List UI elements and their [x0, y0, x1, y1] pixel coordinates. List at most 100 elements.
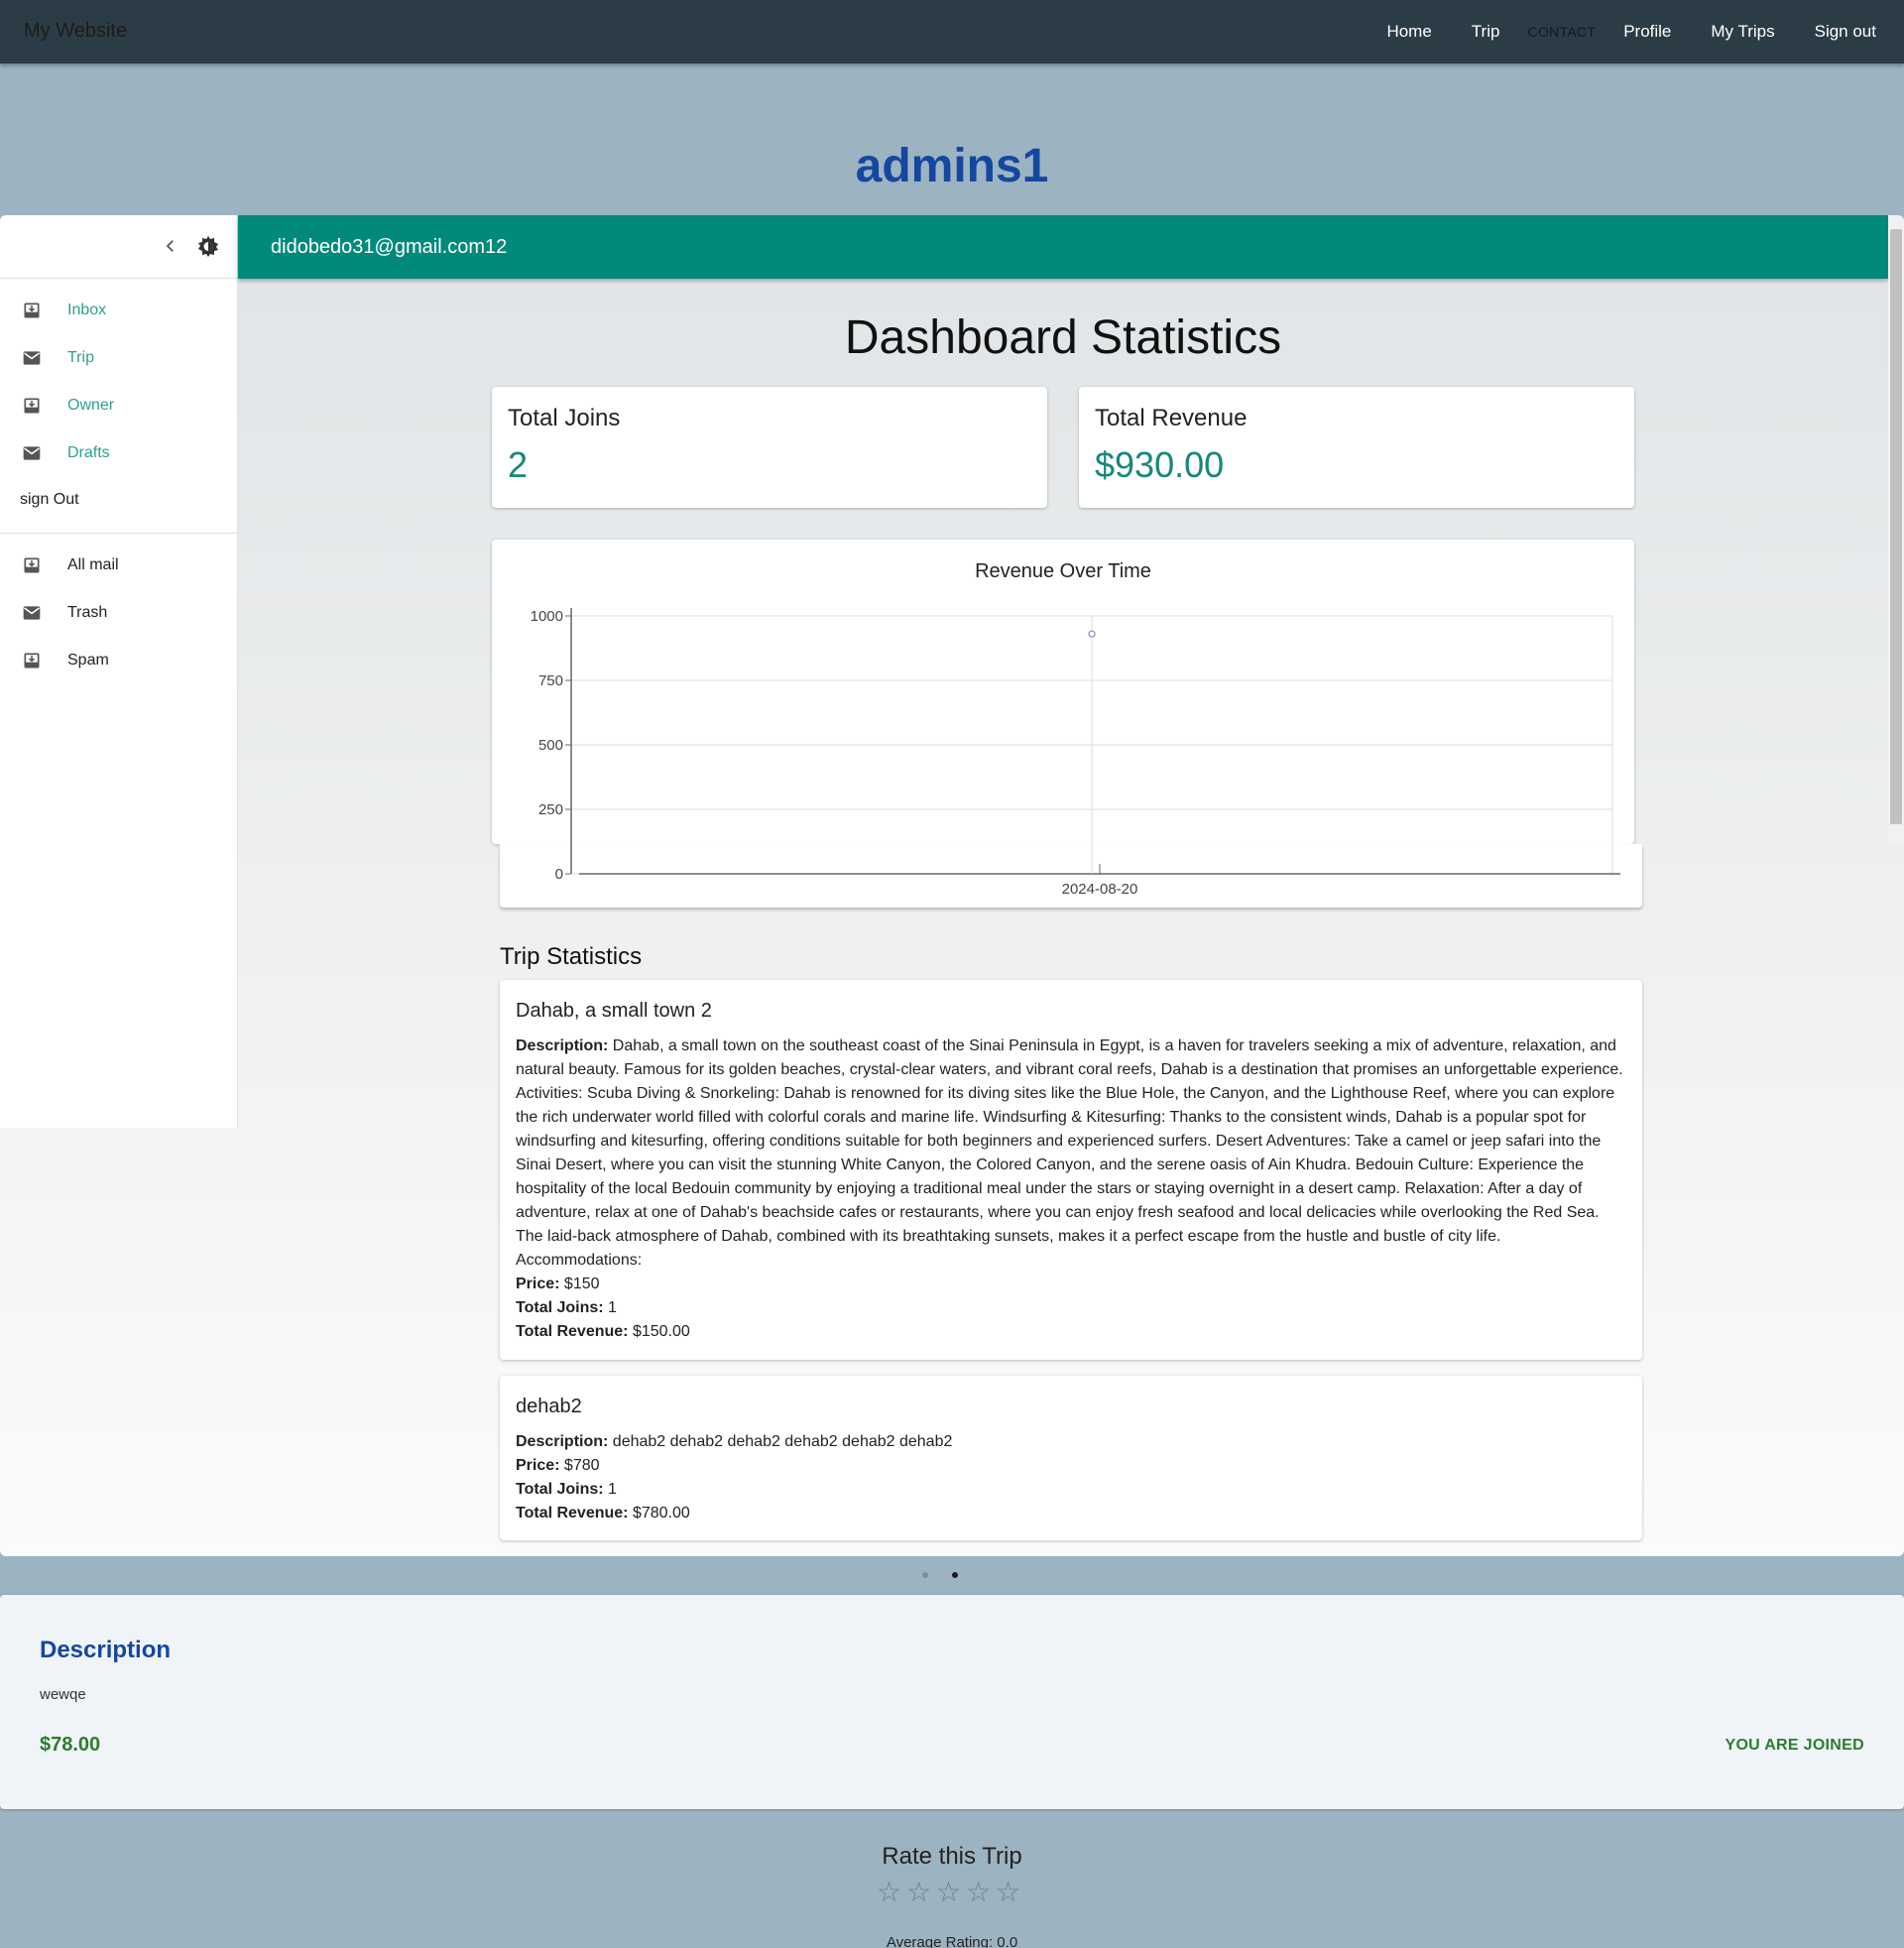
description-label: Description:: [516, 1433, 609, 1450]
drawer-item-owner[interactable]: Owner: [0, 386, 238, 426]
app-bar-title: didobedo31@gmail.com12: [271, 236, 508, 258]
nav-home-link[interactable]: Home: [1386, 22, 1431, 42]
nav-profile-link[interactable]: Profile: [1623, 22, 1671, 42]
joins-value: 1: [608, 1299, 617, 1316]
drawer-item-trip[interactable]: Trip: [0, 338, 238, 378]
dashboard-panel: Inbox Trip Owner Drafts sign Out All mai…: [0, 215, 1904, 1556]
y-tick-label: 0: [555, 866, 563, 883]
theme-toggle-icon[interactable]: [196, 234, 220, 258]
trip-joins: Total Joins: 1: [516, 1296, 1626, 1320]
drawer-item-label: Trash: [67, 604, 108, 621]
total-revenue-card: Total Revenue $930.00: [1079, 387, 1634, 508]
drawer-item-label: Spam: [67, 652, 109, 669]
price-value: $150: [563, 1276, 600, 1292]
trip-price: $78.00: [40, 1734, 101, 1756]
drawer-divider: [0, 533, 238, 534]
trip-detail-card: Description wewqe $78.00 YOU ARE JOINED: [0, 1595, 1904, 1809]
average-rating: Average Rating: 0.0: [886, 1934, 1018, 1948]
drawer-item-drafts[interactable]: Drafts: [0, 433, 238, 473]
star-icon[interactable]: ☆: [906, 1878, 931, 1907]
trip-card: dehab2 Description: dehab2 dehab2 dehab2…: [500, 1376, 1642, 1540]
chart-title: Revenue Over Time: [975, 560, 1151, 582]
price-value: $780: [563, 1457, 600, 1474]
trip-description: Description: dehab2 dehab2 dehab2 dehab2…: [516, 1430, 1626, 1454]
carousel-dot[interactable]: [922, 1572, 928, 1578]
scrollbar[interactable]: [1888, 215, 1904, 846]
revenue-value: $780.00: [632, 1505, 690, 1522]
description-heading: Description: [40, 1637, 172, 1663]
page-title: admins1: [855, 140, 1049, 192]
drawer-item-label: Drafts: [67, 444, 110, 461]
drawer-item-label: Owner: [67, 397, 115, 414]
price-label: Price:: [516, 1457, 560, 1474]
drawer-item-trash[interactable]: Trash: [0, 593, 238, 633]
mail-icon: [23, 446, 41, 460]
nav-links: Home Trip CONTACT Profile My Trips Sign …: [1347, 0, 1876, 63]
site-brand[interactable]: My Website: [24, 20, 127, 43]
trip-price: Price: $780: [516, 1454, 1626, 1478]
drawer-item-inbox[interactable]: Inbox: [0, 291, 238, 330]
total-joins-card: Total Joins 2: [492, 387, 1047, 508]
nav-sign-out-link[interactable]: Sign out: [1815, 22, 1876, 42]
trip-stats-heading: Trip Statistics: [500, 943, 643, 970]
mail-icon: [23, 606, 41, 620]
total-revenue-value: $930.00: [1095, 444, 1225, 485]
total-revenue-label: Total Revenue: [1095, 405, 1248, 431]
trip-card: Dahab, a small town 2 Description: Dahab…: [500, 980, 1642, 1360]
revenue-value: $150.00: [632, 1323, 690, 1340]
trip-name: Dahab, a small town 2: [516, 1000, 712, 1022]
trip-joins: Total Joins: 1: [516, 1478, 1626, 1502]
description-text: Dahab, a small town on the southeast coa…: [516, 1037, 1623, 1269]
star-icon[interactable]: ☆: [996, 1878, 1020, 1907]
drawer-item-all-mail[interactable]: All mail: [0, 546, 238, 585]
description-label: Description:: [516, 1037, 609, 1054]
trip-revenue: Total Revenue: $150.00: [516, 1320, 1626, 1344]
drawer-item-spam[interactable]: Spam: [0, 641, 238, 680]
inbox-icon: [24, 653, 40, 669]
star-icon[interactable]: ☆: [936, 1878, 961, 1907]
scrollbar-thumb[interactable]: [1890, 229, 1902, 824]
star-icon[interactable]: ☆: [877, 1878, 901, 1907]
carousel-dots: [0, 1572, 1904, 1582]
drawer-sign-out[interactable]: sign Out: [20, 491, 79, 509]
total-joins-value: 2: [508, 444, 529, 485]
joins-value: 1: [608, 1481, 617, 1498]
trip-price: Price: $150: [516, 1273, 1626, 1296]
joined-status[interactable]: YOU ARE JOINED: [1725, 1737, 1864, 1755]
trip-description: Description: Dahab, a small town on the …: [516, 1035, 1626, 1273]
y-tick-label: 1000: [531, 608, 563, 625]
mail-icon: [23, 351, 41, 365]
app-bar: didobedo31@gmail.com12: [238, 215, 1888, 279]
dashboard-title: Dashboard Statistics: [844, 311, 1282, 364]
nav-trip-link[interactable]: Trip: [1472, 22, 1500, 42]
chevron-left-icon[interactable]: [162, 237, 179, 255]
y-tick-label: 250: [538, 801, 563, 818]
joins-label: Total Joins:: [516, 1481, 604, 1498]
drawer-header: [0, 215, 237, 279]
drawer-item-label: Inbox: [67, 302, 107, 318]
description-text: wewqe: [40, 1686, 86, 1703]
inbox-icon: [24, 398, 40, 414]
inbox-icon: [24, 303, 40, 318]
side-drawer: Inbox Trip Owner Drafts sign Out All mai…: [0, 215, 238, 1128]
top-navbar: My Website Home Trip CONTACT Profile My …: [0, 0, 1904, 63]
drawer-item-label: All mail: [67, 556, 119, 573]
revenue-chart: 0 250 500 750 1000 2024-08-20: [531, 608, 1620, 898]
y-tick-label: 750: [538, 672, 563, 689]
nav-contact-link[interactable]: CONTACT: [1527, 24, 1596, 40]
inbox-icon: [24, 557, 40, 573]
data-point: [1088, 630, 1096, 638]
revenue-label: Total Revenue:: [516, 1323, 629, 1340]
drawer-item-label: Trip: [67, 349, 94, 366]
revenue-label: Total Revenue:: [516, 1505, 629, 1522]
y-tick-label: 500: [538, 737, 563, 754]
price-label: Price:: [516, 1276, 560, 1292]
nav-my-trips-link[interactable]: My Trips: [1711, 22, 1774, 42]
x-tick-label: 2024-08-20: [1062, 881, 1138, 898]
trip-name: dehab2: [516, 1396, 582, 1417]
star-icon[interactable]: ☆: [966, 1878, 991, 1907]
trip-revenue: Total Revenue: $780.00: [516, 1502, 1626, 1525]
rate-title: Rate this Trip: [882, 1843, 1022, 1870]
description-text: dehab2 dehab2 dehab2 dehab2 dehab2 dehab…: [612, 1433, 953, 1450]
carousel-dot[interactable]: [952, 1572, 958, 1578]
